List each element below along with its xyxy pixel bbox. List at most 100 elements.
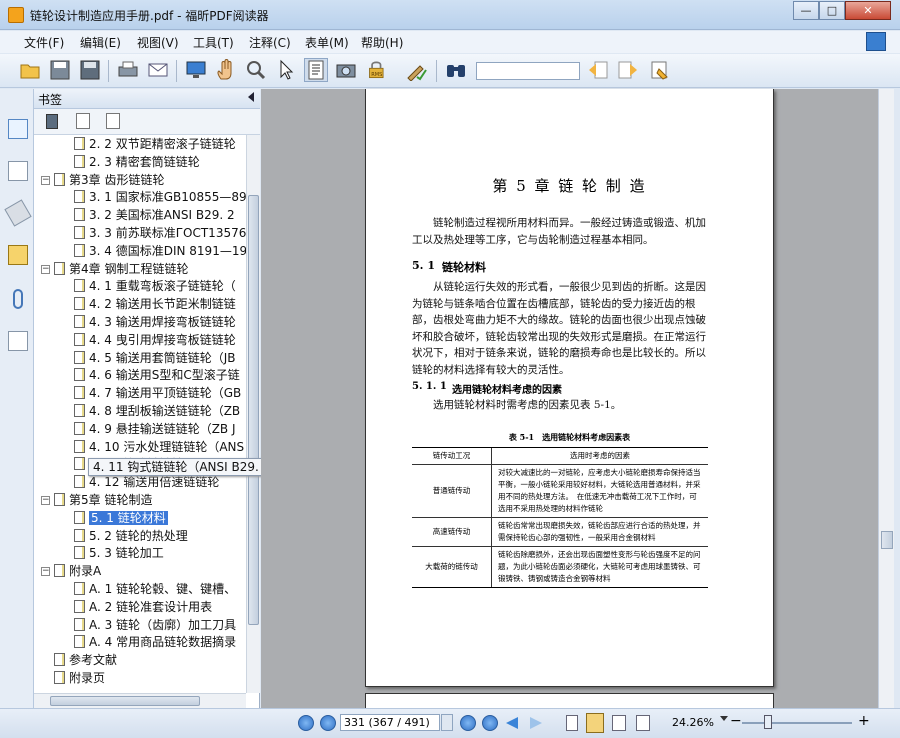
menu-help[interactable]: 帮助(H)	[361, 34, 403, 51]
print-icon[interactable]	[116, 58, 140, 82]
bookmark-item[interactable]: 4. 7 输送用平顶链链轮（GB	[74, 384, 241, 402]
close-button[interactable]: ✕	[845, 1, 891, 20]
bookmark-item[interactable]: 5. 1 链轮材料	[74, 509, 168, 527]
bookmark-item[interactable]: 4. 10 污水处理链链轮（ANS	[74, 438, 244, 456]
bookmark-item[interactable]: 3. 3 前苏联标准ГОСТ13576	[74, 224, 246, 242]
bookmark-item[interactable]: 4. 2 输送用长节距米制链链	[74, 295, 236, 313]
first-page-icon[interactable]	[298, 715, 314, 731]
highlight-icon[interactable]	[648, 58, 672, 82]
page-number-field[interactable]: 331 (367 / 491)	[340, 714, 440, 731]
prev-page-icon[interactable]	[320, 715, 336, 731]
fullscreen-icon[interactable]	[184, 58, 208, 82]
bookmark-horizontal-scrollbar[interactable]	[34, 693, 246, 708]
zoom-level[interactable]: 24.26%	[672, 716, 714, 729]
back-icon[interactable]	[506, 717, 518, 729]
toolbar-separator	[176, 60, 177, 82]
bookmark-item[interactable]: 3. 2 美国标准ANSI B29. 2	[74, 206, 235, 224]
scroll-thumb[interactable]	[50, 696, 200, 706]
bookmark-panel-icon[interactable]	[8, 119, 28, 139]
find-input[interactable]	[476, 62, 580, 80]
select-pointer-icon[interactable]	[274, 58, 298, 82]
maximize-button[interactable]: □	[819, 1, 845, 20]
zoom-out-button[interactable]: −	[730, 713, 742, 729]
text-select-icon[interactable]	[304, 58, 328, 82]
bookmark-item[interactable]: A. 2 链轮准套设计用表	[74, 598, 212, 616]
bookmark-item[interactable]: 第3章 齿形链链轮	[54, 171, 164, 189]
pages-panel-icon[interactable]	[8, 161, 28, 181]
minimize-button[interactable]: —	[793, 1, 819, 20]
bookmark-item[interactable]: 参考文献	[54, 651, 117, 669]
prev-find-icon[interactable]	[586, 58, 610, 82]
last-page-icon[interactable]	[482, 715, 498, 731]
open-icon[interactable]	[18, 58, 42, 82]
document-viewport[interactable]: 第 5 章 链 轮 制 造 链轮制造过程视所用材料而异。一般经过铸造或锻造、机加…	[261, 89, 878, 708]
tree-expander-icon[interactable]: −	[41, 496, 50, 505]
save-all-icon[interactable]	[78, 58, 102, 82]
forward-icon[interactable]	[530, 717, 542, 729]
restore-ui-icon[interactable]	[866, 32, 886, 51]
menu-comment[interactable]: 注释(C)	[249, 34, 291, 51]
zoom-in-button[interactable]: +	[858, 713, 870, 729]
bookmark-label: 第3章 齿形链链轮	[69, 172, 165, 187]
tree-expander-icon[interactable]: −	[41, 567, 50, 577]
bookmark-item[interactable]: A. 1 链轮轮毂、键、键槽、	[74, 580, 236, 598]
add-bookmark-icon[interactable]	[76, 113, 90, 129]
bookmark-item[interactable]: 3. 1 国家标准GB10855—89	[74, 188, 246, 206]
bookmark-item[interactable]: A. 4 常用商品链轮数据摘录	[74, 633, 236, 651]
facing-page-icon[interactable]	[612, 715, 626, 731]
bookmark-item[interactable]: 4. 8 埋刮板输送链链轮（ZB	[74, 402, 240, 420]
bookmark-item[interactable]: 4. 6 输送用S型和C型滚子链	[74, 366, 240, 384]
email-icon[interactable]	[146, 58, 170, 82]
menu-view[interactable]: 视图(V)	[137, 34, 179, 51]
body-paragraph: 从链轮运行失效的形式看，一般很少见到齿的折断。这是因为链轮与链条啮合位置在齿槽底…	[412, 281, 706, 376]
sign-icon[interactable]	[404, 58, 428, 82]
continuous-facing-icon[interactable]	[636, 715, 650, 731]
delete-bookmark-icon[interactable]	[46, 114, 58, 129]
scroll-thumb[interactable]	[881, 531, 893, 549]
bookmark-vertical-scrollbar[interactable]	[246, 135, 260, 693]
bookmark-item[interactable]: 5. 3 链轮加工	[74, 544, 164, 562]
bookmark-item[interactable]: 第4章 钢制工程链链轮	[54, 260, 188, 278]
comments-panel-icon[interactable]	[8, 245, 28, 265]
layers-panel-icon[interactable]	[4, 199, 32, 227]
collapse-panel-icon[interactable]	[248, 92, 254, 102]
bookmark-item[interactable]: 4. 1 重载弯板滚子链链轮（	[74, 277, 236, 295]
next-page-icon[interactable]	[460, 715, 476, 731]
bookmark-item[interactable]: 3. 4 德国标准DIN 8191—19	[74, 242, 246, 260]
bookmark-item[interactable]: 2. 3 精密套筒链链轮	[74, 153, 200, 171]
menu-edit[interactable]: 编辑(E)	[80, 34, 121, 51]
hand-icon[interactable]	[214, 58, 238, 82]
menu-tools[interactable]: 工具(T)	[193, 34, 234, 51]
attachment-panel-icon[interactable]	[13, 289, 23, 309]
menu-form[interactable]: 表单(M)	[305, 34, 349, 51]
bookmark-item[interactable]: A. 3 链轮（齿廓）加工刀具	[74, 616, 236, 634]
zoom-slider[interactable]	[742, 722, 852, 724]
bookmark-item[interactable]: 4. 9 悬挂输送链链轮（ZB J	[74, 420, 236, 438]
zoom-slider-handle[interactable]	[764, 715, 772, 729]
document-vertical-scrollbar[interactable]	[878, 89, 894, 708]
next-find-icon[interactable]	[616, 58, 640, 82]
single-page-icon[interactable]	[566, 715, 578, 731]
page-dropdown-icon[interactable]	[441, 714, 453, 731]
save-icon[interactable]	[48, 58, 72, 82]
menu-file[interactable]: 文件(F)	[24, 34, 64, 51]
add-child-bookmark-icon[interactable]	[106, 113, 120, 129]
bookmark-item[interactable]: 2. 2 双节距精密滚子链链轮	[74, 135, 236, 153]
bookmark-item[interactable]: 4. 4 曳引用焊接弯板链链轮	[74, 331, 236, 349]
bookmark-item[interactable]: 4. 3 输送用焊接弯板链链轮	[74, 313, 236, 331]
zoom-dropdown-icon[interactable]	[720, 716, 728, 721]
snapshot-icon[interactable]	[334, 58, 358, 82]
zoom-loupe-icon[interactable]	[244, 58, 268, 82]
scroll-thumb[interactable]	[248, 195, 259, 625]
bookmark-item[interactable]: 附录页	[54, 669, 105, 687]
bookmark-item[interactable]: 4. 5 输送用套筒链链轮（JB	[74, 349, 236, 367]
tree-expander-icon[interactable]: −	[41, 264, 50, 274]
bookmark-item[interactable]: 第5章 链轮制造	[54, 491, 152, 509]
rms-lock-icon[interactable]: RMS	[364, 58, 392, 82]
bookmark-item[interactable]: 附录A	[54, 562, 101, 580]
signature-panel-icon[interactable]	[8, 331, 28, 351]
binoculars-icon[interactable]	[444, 58, 468, 82]
bookmark-item[interactable]: 5. 2 链轮的热处理	[74, 527, 188, 545]
continuous-page-icon[interactable]	[586, 713, 604, 733]
tree-expander-icon[interactable]: −	[41, 175, 50, 185]
